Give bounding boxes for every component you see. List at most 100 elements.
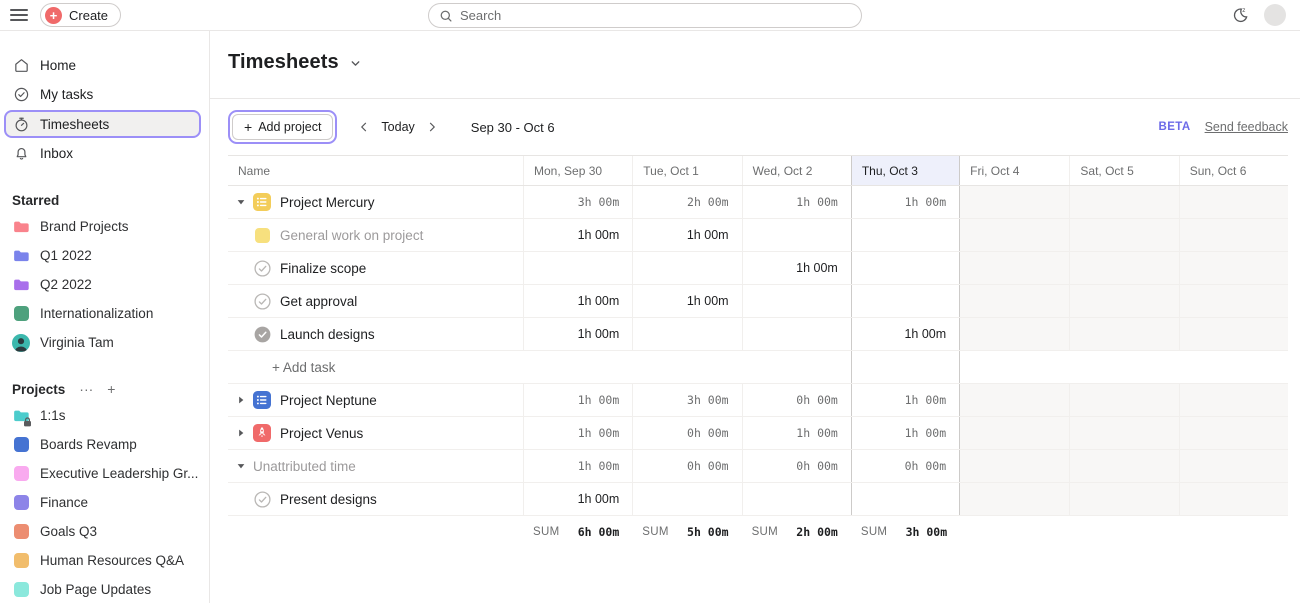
time-cell[interactable] <box>851 219 960 251</box>
sidebar-item-goals-q3[interactable]: Goals Q3 <box>0 517 209 546</box>
sidebar-item-job-page-updates[interactable]: Job Page Updates <box>0 575 209 603</box>
sidebar-item-boards-revamp[interactable]: Boards Revamp <box>0 430 209 459</box>
sidebar-item-finance[interactable]: Finance <box>0 488 209 517</box>
time-cell[interactable] <box>1179 186 1288 218</box>
time-cell[interactable] <box>960 417 1069 449</box>
search-bar[interactable] <box>428 3 862 28</box>
row-label[interactable]: General work on project <box>280 228 423 243</box>
time-cell[interactable] <box>1179 252 1288 284</box>
row-label[interactable]: Present designs <box>280 492 377 507</box>
time-cell[interactable] <box>1179 219 1288 251</box>
time-cell[interactable] <box>1069 483 1178 515</box>
time-cell[interactable]: 3h 00m <box>632 384 741 416</box>
time-cell[interactable] <box>960 483 1069 515</box>
sidebar-item-executive-leadership-gr[interactable]: Executive Leadership Gr... <box>0 459 209 488</box>
sidebar-item-my-tasks[interactable]: My tasks <box>0 80 209 109</box>
row-label[interactable]: Get approval <box>280 294 357 309</box>
time-cell[interactable] <box>1179 483 1288 515</box>
caret-down-icon[interactable] <box>234 197 248 207</box>
today-button[interactable]: Today <box>381 120 414 134</box>
time-cell[interactable] <box>742 483 851 515</box>
time-cell[interactable]: 3h 00m <box>523 186 632 218</box>
projects-add-icon[interactable]: + <box>107 381 115 397</box>
time-cell[interactable] <box>1069 186 1178 218</box>
time-cell[interactable]: 1h 00m <box>851 384 960 416</box>
add-project-button[interactable]: + Add project <box>232 114 333 140</box>
time-cell[interactable] <box>742 351 851 383</box>
time-cell[interactable]: 1h 00m <box>851 186 960 218</box>
sidebar-item-internationalization[interactable]: Internationalization <box>0 299 209 328</box>
time-cell[interactable]: 1h 00m <box>851 318 960 350</box>
time-cell[interactable] <box>523 351 632 383</box>
time-cell[interactable] <box>960 252 1069 284</box>
time-cell[interactable]: 1h 00m <box>851 417 960 449</box>
time-cell[interactable] <box>1179 285 1288 317</box>
time-cell[interactable] <box>1069 219 1178 251</box>
user-avatar[interactable] <box>1264 4 1286 26</box>
time-cell[interactable] <box>1069 318 1178 350</box>
time-cell[interactable] <box>1069 252 1178 284</box>
task-completed-icon[interactable] <box>253 325 271 343</box>
time-cell[interactable]: 1h 00m <box>523 318 632 350</box>
caret-right-icon[interactable] <box>234 428 248 438</box>
time-cell[interactable] <box>960 450 1069 482</box>
time-cell[interactable]: 1h 00m <box>523 219 632 251</box>
time-cell[interactable]: 1h 00m <box>632 285 741 317</box>
time-cell[interactable] <box>632 351 741 383</box>
time-cell[interactable] <box>1069 285 1178 317</box>
task-check-circle-icon[interactable] <box>253 490 271 508</box>
time-cell[interactable] <box>1069 450 1178 482</box>
title-chevron-down-icon[interactable] <box>349 57 362 70</box>
row-label[interactable]: Finalize scope <box>280 261 366 276</box>
time-cell[interactable] <box>851 483 960 515</box>
time-cell[interactable]: 0h 00m <box>742 450 851 482</box>
sidebar-item-home[interactable]: Home <box>0 51 209 80</box>
prev-week-button[interactable] <box>351 114 377 140</box>
time-cell[interactable]: 0h 00m <box>851 450 960 482</box>
time-cell[interactable]: 1h 00m <box>742 186 851 218</box>
time-cell[interactable]: 0h 00m <box>632 450 741 482</box>
caret-right-icon[interactable] <box>234 395 248 405</box>
sidebar-item-human-resources-q-a[interactable]: Human Resources Q&A <box>0 546 209 575</box>
projects-more-icon[interactable]: ··· <box>79 381 93 397</box>
task-check-circle-icon[interactable] <box>253 292 271 310</box>
time-cell[interactable]: 1h 00m <box>742 252 851 284</box>
time-cell[interactable] <box>1069 384 1178 416</box>
time-cell[interactable]: 1h 00m <box>523 285 632 317</box>
snooze-moon-icon[interactable]: z <box>1230 5 1250 25</box>
time-cell[interactable] <box>1179 384 1288 416</box>
time-cell[interactable] <box>632 318 741 350</box>
general-work-square-icon[interactable] <box>253 226 271 244</box>
time-cell[interactable] <box>960 384 1069 416</box>
time-cell[interactable] <box>960 219 1069 251</box>
sidebar-item-q2-2022[interactable]: Q2 2022 <box>0 270 209 299</box>
time-cell[interactable] <box>960 351 1069 383</box>
time-cell[interactable] <box>1179 318 1288 350</box>
sidebar-item-brand-projects[interactable]: Brand Projects <box>0 212 209 241</box>
time-cell[interactable] <box>632 252 741 284</box>
sidebar-item-q1-2022[interactable]: Q1 2022 <box>0 241 209 270</box>
sidebar-item-timesheets[interactable]: Timesheets <box>4 110 201 138</box>
time-cell[interactable] <box>1069 351 1178 383</box>
row-label[interactable]: Launch designs <box>280 327 375 342</box>
send-feedback-link[interactable]: Send feedback <box>1205 120 1288 134</box>
time-cell[interactable] <box>960 285 1069 317</box>
sidebar-item-inbox[interactable]: Inbox <box>0 139 209 168</box>
time-cell[interactable] <box>1179 417 1288 449</box>
time-cell[interactable]: 1h 00m <box>742 417 851 449</box>
time-cell[interactable] <box>632 483 741 515</box>
task-check-circle-icon[interactable] <box>253 259 271 277</box>
time-cell[interactable]: 1h 00m <box>523 450 632 482</box>
search-input[interactable] <box>460 8 851 23</box>
time-cell[interactable]: 2h 00m <box>632 186 741 218</box>
sidebar-item-virginia-tam[interactable]: Virginia Tam <box>0 328 209 357</box>
time-cell[interactable] <box>851 285 960 317</box>
time-cell[interactable] <box>851 351 960 383</box>
time-cell[interactable] <box>742 318 851 350</box>
time-cell[interactable]: 1h 00m <box>523 417 632 449</box>
time-cell[interactable] <box>1179 450 1288 482</box>
time-cell[interactable] <box>960 318 1069 350</box>
time-cell[interactable] <box>851 252 960 284</box>
next-week-button[interactable] <box>419 114 445 140</box>
caret-down-icon[interactable] <box>234 461 248 471</box>
